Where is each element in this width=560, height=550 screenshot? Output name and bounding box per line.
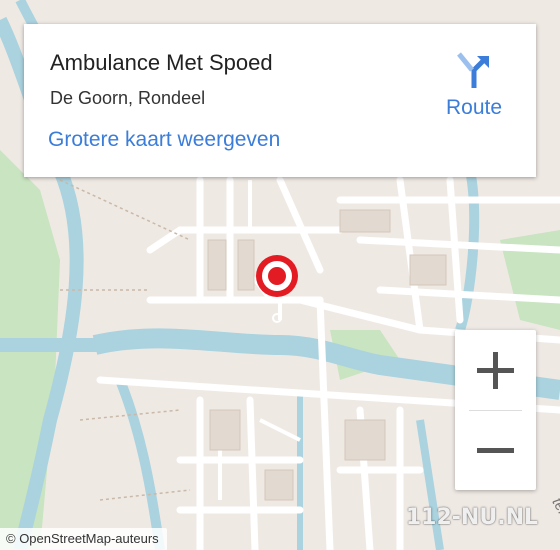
route-button[interactable]: Route <box>436 50 512 122</box>
directions-turn-icon <box>457 52 489 88</box>
place-subtitle: De Goorn, Rondeel <box>50 88 206 108</box>
location-marker[interactable] <box>256 255 298 297</box>
place-title: Ambulance Met Spoed <box>50 50 273 75</box>
route-label: Route <box>445 96 503 119</box>
site-watermark: 112-NU.NL <box>405 505 538 530</box>
map-attribution[interactable]: © OpenStreetMap-auteurs <box>0 528 167 550</box>
zoom-in-button[interactable] <box>455 330 536 410</box>
zoom-out-button[interactable] <box>455 411 536 491</box>
place-info-card: Ambulance Met Spoed De Goorn, Rondeel Gr… <box>24 24 536 177</box>
zoom-control <box>455 330 536 490</box>
larger-map-link[interactable]: Grotere kaart weergeven <box>48 128 280 152</box>
plus-icon <box>477 352 514 389</box>
minus-icon <box>477 448 514 453</box>
